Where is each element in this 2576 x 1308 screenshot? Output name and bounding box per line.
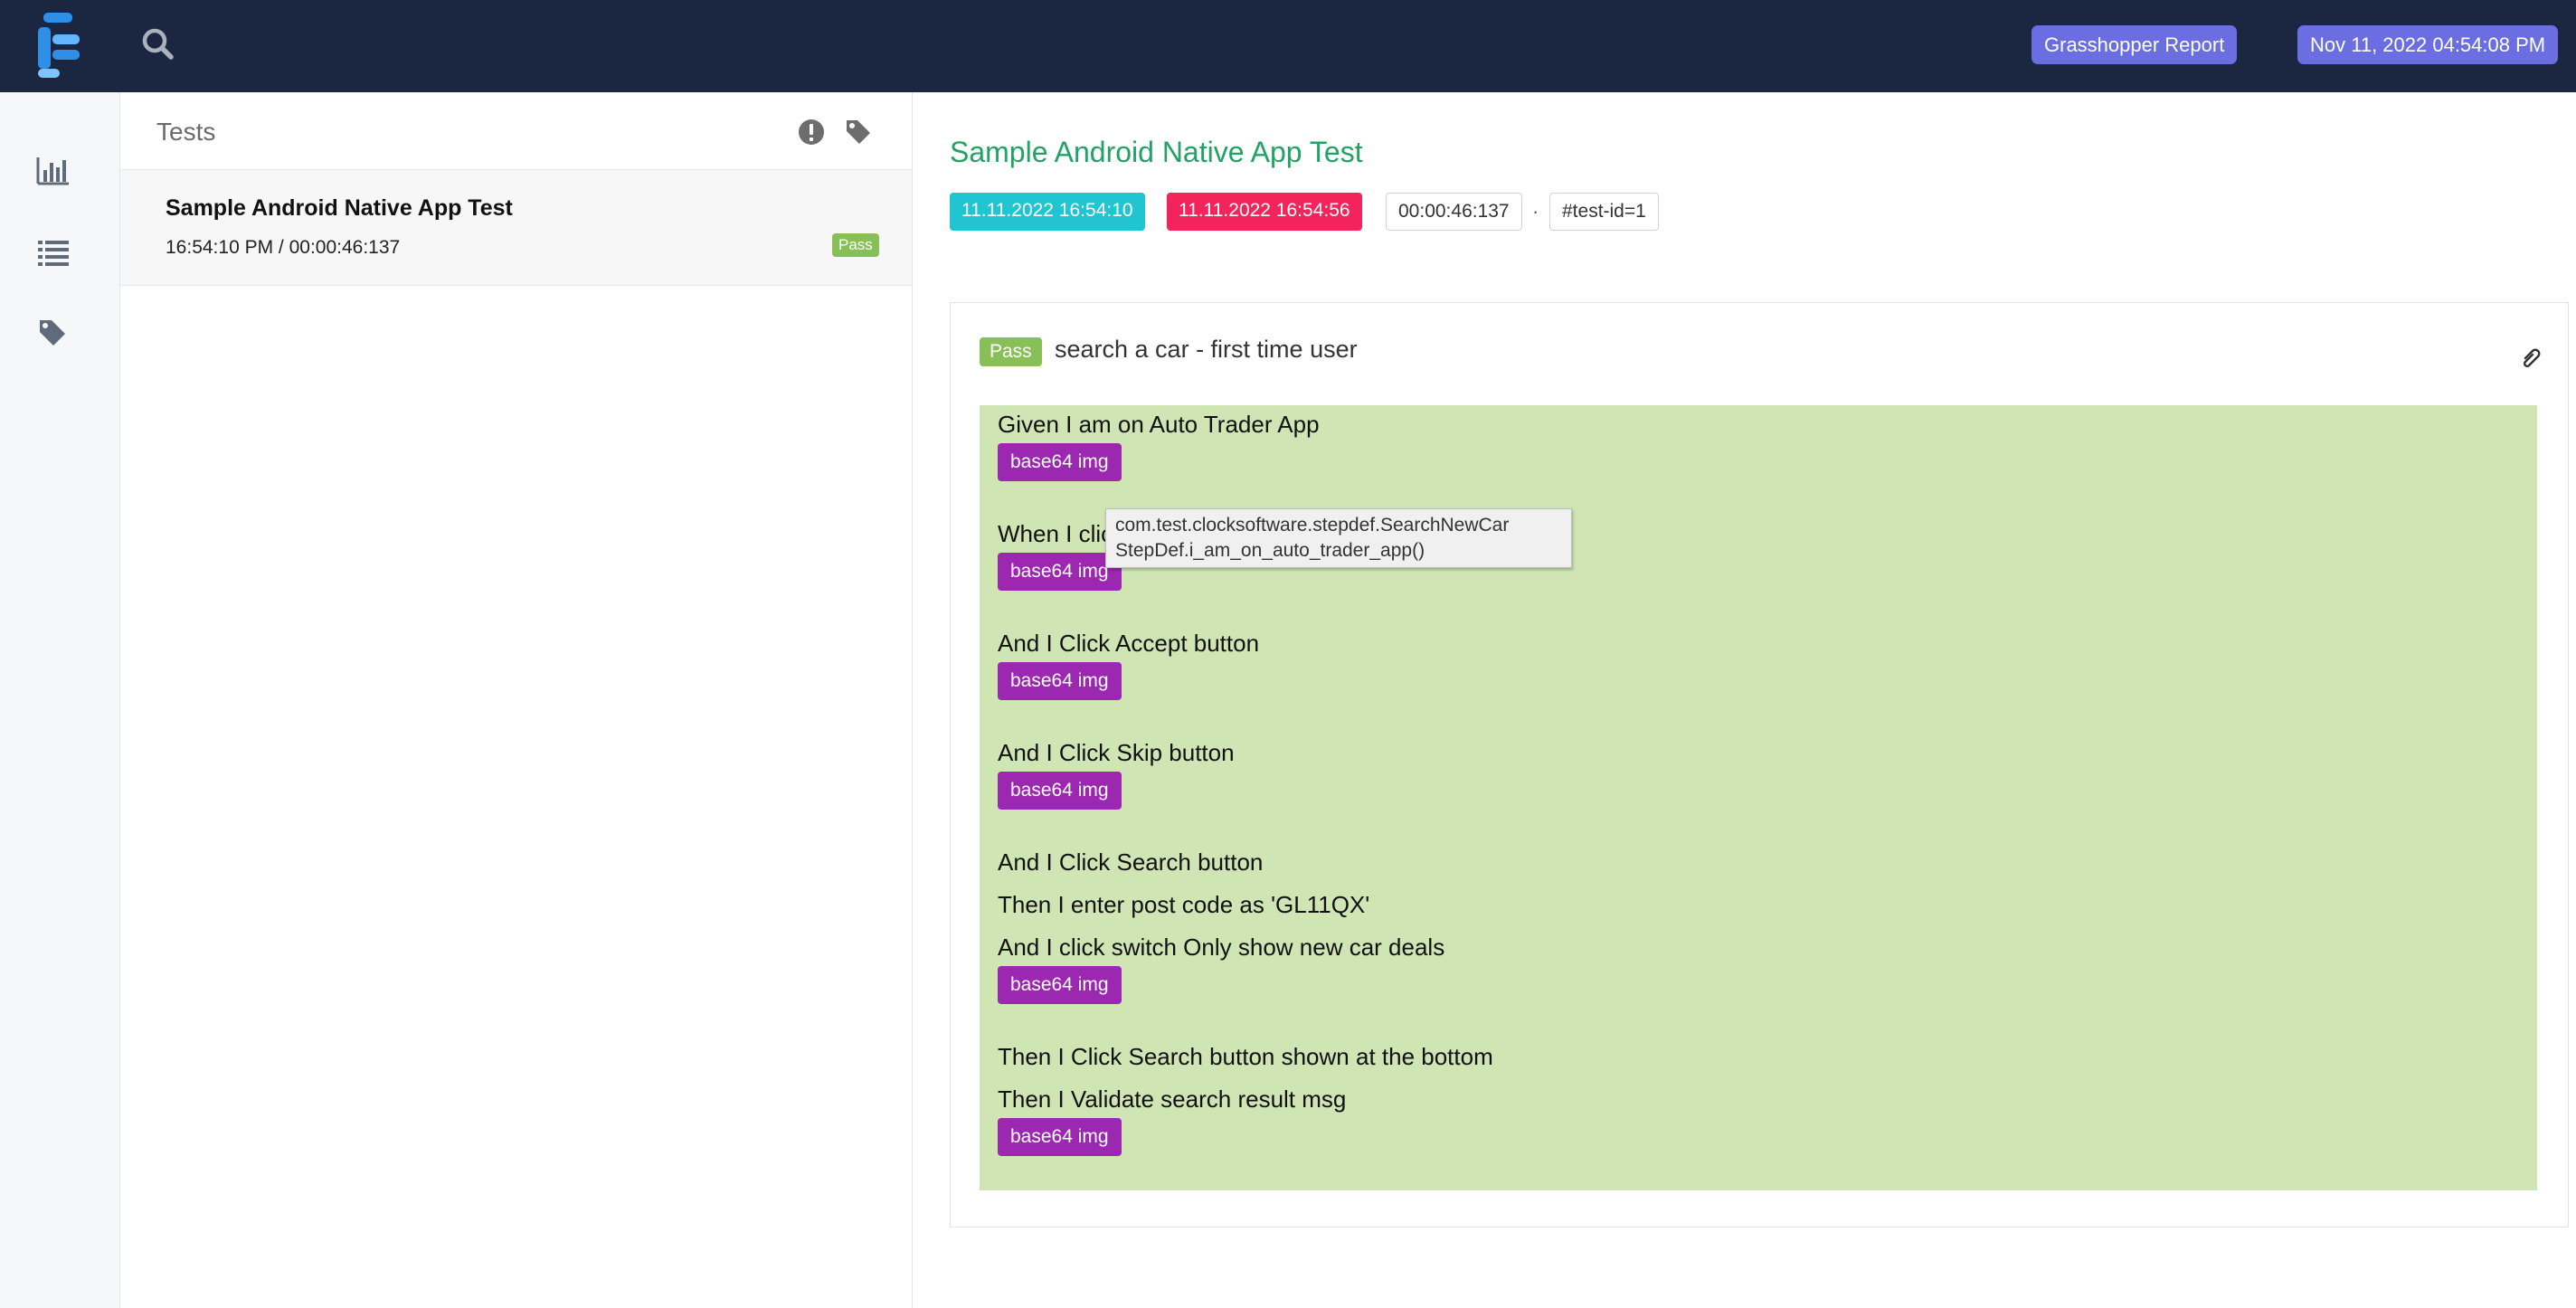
step-text: Given I am on Auto Trader App (998, 411, 1320, 438)
step-text: And I Click Search button (998, 848, 1264, 876)
list-icon[interactable] (36, 237, 71, 268)
tooltip-line: StepDef.i_am_on_auto_trader_app() (1115, 540, 1425, 561)
step-text: Then I enter post code as 'GL11QX' (998, 891, 1370, 918)
step-tooltip: com.test.clocksoftware.stepdef.SearchNew… (1105, 508, 1572, 568)
dashboard-icon[interactable] (36, 156, 71, 186)
report-timestamp-badge: Nov 11, 2022 04:54:08 PM (2297, 25, 2559, 64)
side-nav (0, 92, 120, 1308)
scenario-name: search a car - first time user (1055, 336, 1358, 363)
step-text: Then I Validate search result msg (998, 1085, 1347, 1113)
paperclip-icon[interactable] (2519, 346, 2543, 370)
tag-filter-icon[interactable] (844, 118, 873, 147)
base64-img-badge[interactable]: base64 img (998, 553, 1122, 591)
report-name-badge: Grasshopper Report (2031, 25, 2238, 64)
step-text: And I Click Skip button (998, 739, 1235, 766)
test-list-header: Tests (120, 92, 912, 170)
step-text: And I click switch Only show new car dea… (998, 934, 1445, 961)
base64-img-badge[interactable]: base64 img (998, 966, 1122, 1004)
top-bar: Grasshopper Report Nov 11, 2022 04:54:08… (0, 0, 2576, 92)
step-text: Then I Click Search button shown at the … (998, 1043, 1493, 1070)
base64-img-badge[interactable]: base64 img (998, 772, 1122, 810)
base64-img-badge[interactable]: base64 img (998, 443, 1122, 481)
tooltip-line: com.test.clocksoftware.stepdef.SearchNew… (1115, 515, 1510, 536)
base64-img-badge[interactable]: base64 img (998, 1118, 1122, 1156)
test-detail-panel: Sample Android Native App Test 11.11.202… (914, 92, 2576, 1308)
end-time-badge: 11.11.2022 16:54:56 (1167, 193, 1362, 231)
status-badge: Pass (832, 233, 879, 257)
separator-dot: · (1532, 200, 1539, 223)
search-icon[interactable] (139, 25, 177, 63)
tag-icon[interactable] (36, 317, 71, 347)
duration-badge: 00:00:46:137 (1386, 193, 1522, 231)
exclamation-icon[interactable] (797, 118, 826, 147)
step-text: And I Click Accept button (998, 630, 1260, 657)
start-time-badge: 11.11.2022 16:54:10 (950, 193, 1145, 231)
extent-logo[interactable] (34, 9, 85, 78)
test-item-time: 16:54:10 PM / 00:00:46:137 (166, 237, 401, 258)
base64-img-badge[interactable]: base64 img (998, 662, 1122, 700)
test-list-title: Tests (156, 118, 216, 146)
test-title: Sample Android Native App Test (950, 136, 1363, 168)
test-id-badge: #test-id=1 (1549, 193, 1659, 231)
test-list-panel: Tests Sample Android Native App Test 16:… (120, 92, 913, 1308)
test-item-name: Sample Android Native App Test (166, 195, 513, 221)
test-list-item[interactable]: Sample Android Native App Test 16:54:10 … (120, 170, 912, 286)
scenario-status-badge: Pass (980, 337, 1042, 366)
scenario-card: Pass search a car - first time user Give… (950, 302, 2569, 1227)
